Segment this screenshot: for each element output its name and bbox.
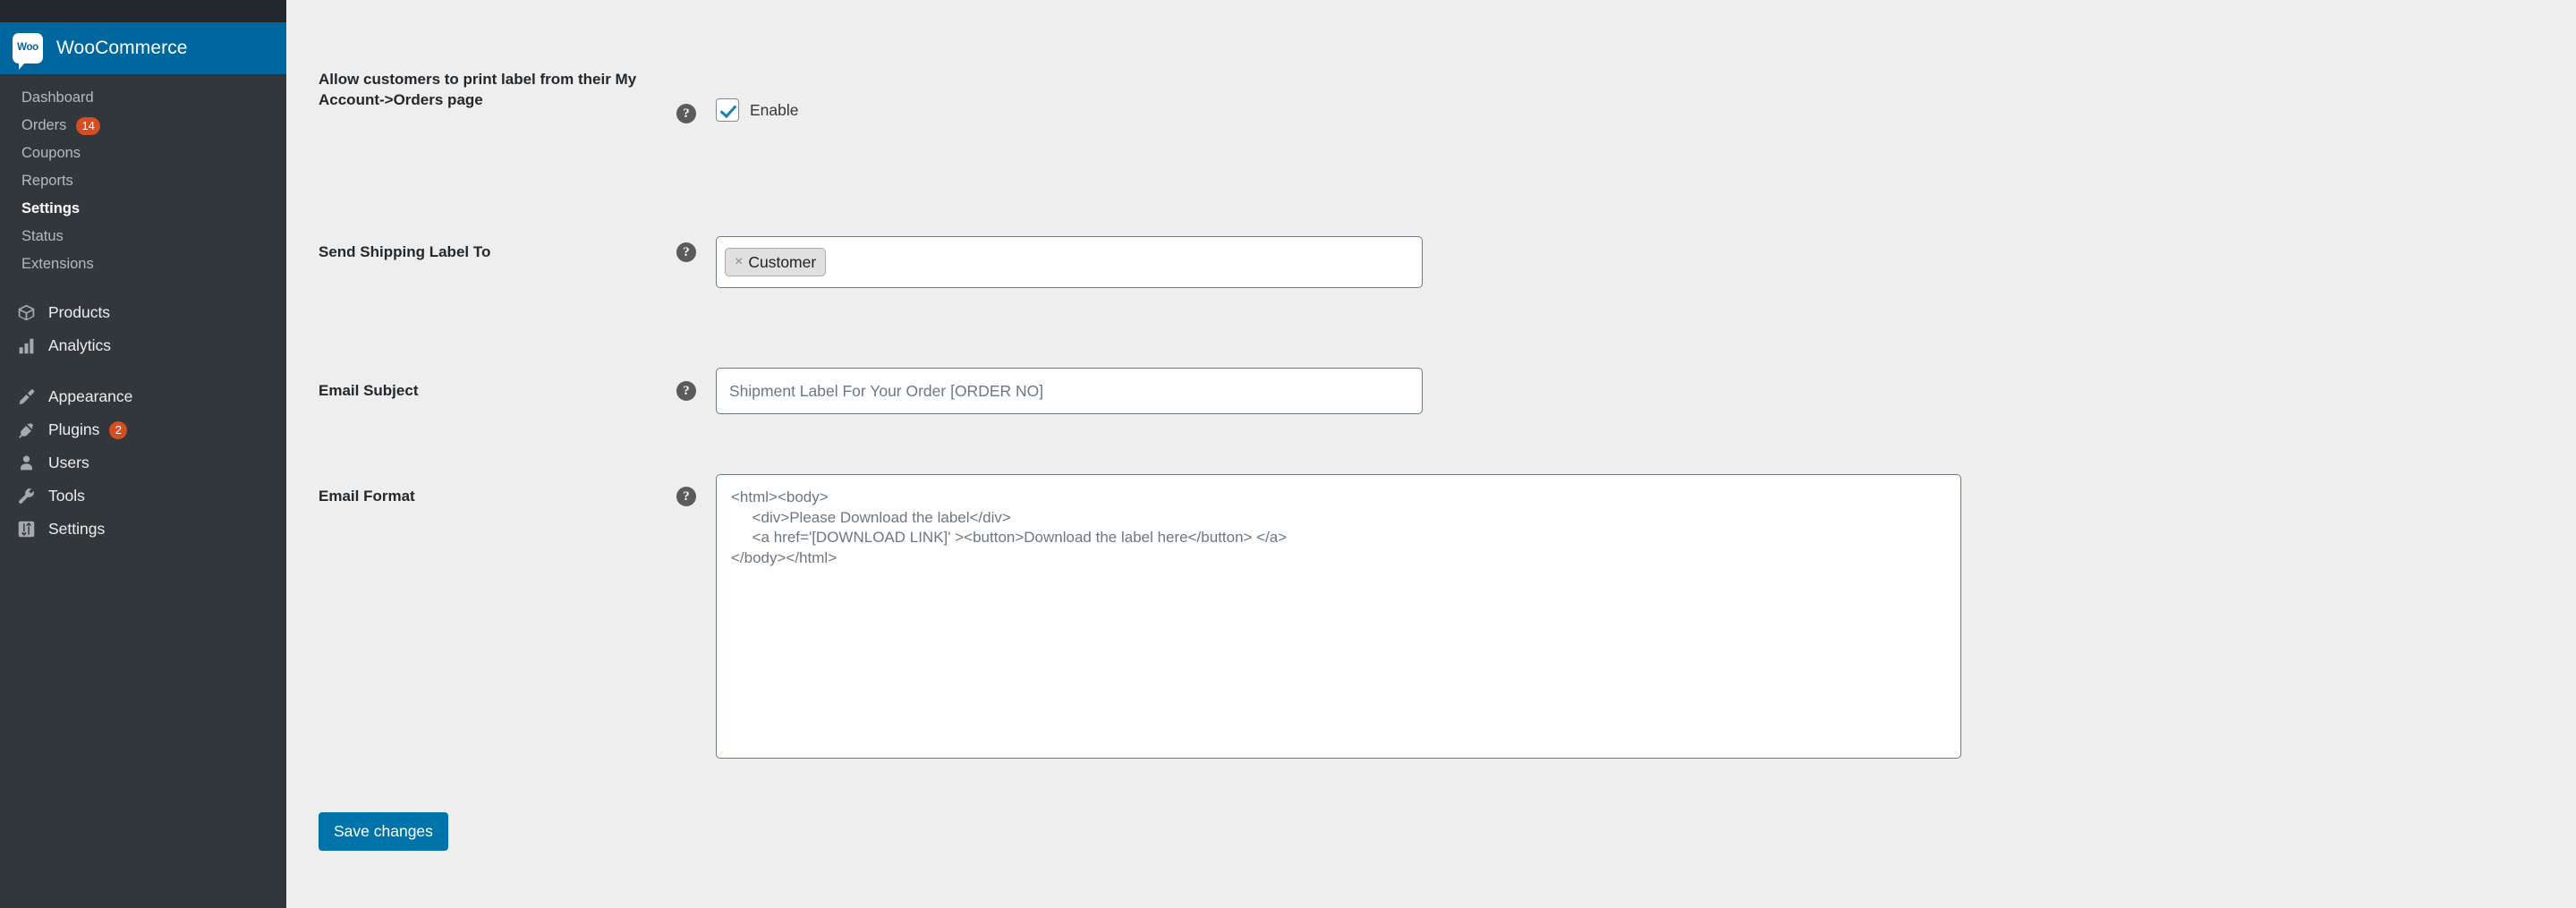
bar-chart-icon: [16, 336, 36, 356]
sidebar-item-label: Coupons: [21, 145, 81, 162]
field-row-email-subject: Email Subject ? Shipment Label For Your …: [319, 368, 1423, 414]
sidebar-item-orders[interactable]: Orders 14: [0, 112, 286, 140]
field-row-send-label-to: Send Shipping Label To ? × Customer: [319, 236, 1423, 288]
sidebar-item-analytics[interactable]: Analytics: [0, 329, 286, 362]
admin-bar-strip: [0, 0, 286, 22]
help-icon[interactable]: ?: [676, 242, 696, 262]
sidebar-item-appearance[interactable]: Appearance: [0, 380, 286, 413]
wrench-icon: [16, 487, 36, 506]
settings-form-panel: Allow customers to print label from thei…: [286, 0, 2576, 908]
token-label: Customer: [748, 252, 817, 271]
orders-count-badge: 14: [76, 116, 100, 135]
sliders-icon: [16, 520, 36, 539]
sidebar-item-plugins[interactable]: Plugins 2: [0, 413, 286, 446]
email-format-field: <html><body> <div>Please Download the la…: [716, 474, 1961, 759]
enable-checkbox-label: Enable: [750, 100, 799, 119]
sidebar-item-settings[interactable]: Settings: [0, 513, 286, 546]
textarea-resize-handle[interactable]: [1944, 742, 1959, 756]
enable-checkbox-wrap[interactable]: Enable: [716, 98, 799, 122]
sidebar-item-products[interactable]: Products: [0, 296, 286, 329]
sidebar-item-label: Reports: [21, 173, 73, 190]
sidebar-item-label: Plugins: [48, 420, 100, 438]
sidebar-item-users[interactable]: Users: [0, 446, 286, 479]
sidebar-item-label: Products: [48, 302, 111, 321]
token-remove-icon[interactable]: ×: [735, 255, 743, 269]
user-icon: [16, 454, 36, 473]
woocommerce-logo-text: Woo: [17, 42, 38, 54]
sidebar-item-status[interactable]: Status: [0, 223, 286, 250]
sidebar-item-label: Status: [21, 228, 64, 245]
plug-icon: [16, 420, 36, 440]
paintbrush-icon: [16, 387, 36, 407]
save-changes-button[interactable]: Save changes: [319, 812, 448, 851]
sidebar-item-label: Users: [48, 453, 89, 471]
help-icon[interactable]: ?: [676, 487, 696, 506]
sidebar-item-label: Settings: [21, 200, 81, 217]
woocommerce-brand-title: WooCommerce: [56, 38, 188, 58]
sidebar-item-label: Tools: [48, 486, 85, 505]
print-label-label: Allow customers to print label from thei…: [319, 71, 637, 108]
help-icon[interactable]: ?: [676, 381, 696, 401]
sidebar-menu: Dashboard Orders 14 Coupons Reports Sett…: [0, 74, 286, 908]
send-label-to-field: × Customer: [716, 236, 1423, 288]
sidebar-item-reports[interactable]: Reports: [0, 167, 286, 195]
sidebar-item-label: Analytics: [48, 335, 112, 354]
enable-checkbox[interactable]: [716, 98, 739, 122]
print-label-field: Enable: [716, 98, 799, 122]
woocommerce-logo-icon: Woo: [13, 33, 43, 70]
sidebar-item-label: Extensions: [21, 256, 94, 273]
email-subject-input[interactable]: Shipment Label For Your Order [ORDER NO]: [716, 368, 1423, 414]
woocommerce-brand-header[interactable]: Woo WooCommerce: [0, 22, 286, 74]
sidebar-item-label: Dashboard: [21, 89, 94, 106]
token-customer[interactable]: × Customer: [725, 248, 827, 276]
email-format-textarea[interactable]: <html><body> <div>Please Download the la…: [716, 474, 1961, 759]
email-subject-label: Email Subject: [319, 382, 419, 399]
send-label-to-token-input[interactable]: × Customer: [716, 236, 1423, 288]
plugins-count-badge: 2: [109, 420, 128, 439]
sidebar-item-settings-woo[interactable]: Settings: [0, 195, 286, 223]
field-row-email-format: Email Format ? <html><body> <div>Please …: [319, 474, 1961, 759]
email-format-label: Email Format: [319, 488, 415, 505]
sidebar-item-label: Orders: [21, 117, 67, 134]
sidebar-item-extensions[interactable]: Extensions: [0, 250, 286, 278]
field-row-print-label: Allow customers to print label from thei…: [319, 70, 799, 123]
send-label-to-label: Send Shipping Label To: [319, 243, 491, 260]
sidebar-item-dashboard[interactable]: Dashboard: [0, 84, 286, 112]
email-subject-field: Shipment Label For Your Order [ORDER NO]: [716, 368, 1423, 414]
sidebar-item-coupons[interactable]: Coupons: [0, 140, 286, 167]
sidebar-item-tools[interactable]: Tools: [0, 479, 286, 513]
box-icon: [16, 303, 36, 323]
admin-sidebar: Woo WooCommerce Dashboard Orders 14 Coup…: [0, 0, 286, 908]
help-icon[interactable]: ?: [676, 104, 696, 123]
sidebar-item-label: Settings: [48, 519, 106, 538]
collapse-chevron-icon: [261, 22, 286, 74]
sidebar-item-label: Appearance: [48, 386, 133, 405]
